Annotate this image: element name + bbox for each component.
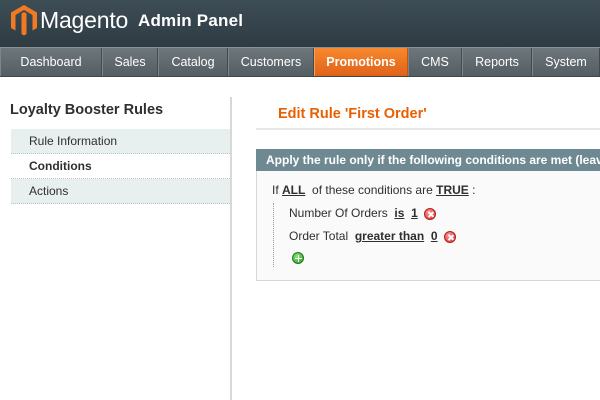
admin-header: Magento Admin Panel: [0, 0, 600, 47]
page-title: Edit Rule 'First Order': [278, 106, 427, 122]
nav-item-system[interactable]: System: [532, 48, 600, 76]
aggregator-select[interactable]: ALL: [282, 183, 305, 197]
magento-logo-icon: [11, 5, 37, 36]
condition-row-2: Order Total greater than 0: [289, 229, 438, 243]
brand-name: Magento: [40, 7, 129, 33]
condition-value-input[interactable]: 0: [431, 229, 438, 243]
nav-item-promotions[interactable]: Promotions: [314, 48, 408, 76]
rule-aggregator-line: If ALL of these conditions are TRUE :: [272, 183, 475, 197]
title-divider: [256, 128, 600, 130]
rule-prefix: If: [272, 183, 279, 197]
nav-item-reports[interactable]: Reports: [462, 48, 532, 76]
condition-attribute: Order Total: [289, 229, 349, 243]
condition-row-1: Number Of Orders is 1: [289, 206, 418, 220]
condition-operator-select[interactable]: is: [394, 206, 404, 220]
brand-suffix: Admin Panel: [138, 11, 244, 30]
rule-suffix: :: [472, 183, 476, 197]
nav-item-sales[interactable]: Sales: [102, 48, 158, 76]
tab-conditions[interactable]: Conditions: [11, 154, 230, 179]
sidebar: Loyalty Booster Rules Rule Information C…: [0, 78, 230, 400]
sidebar-title: Loyalty Booster Rules: [10, 102, 164, 118]
condition-attribute: Number Of Orders: [289, 206, 388, 220]
condition-value-input[interactable]: 1: [411, 206, 418, 220]
add-icon[interactable]: [292, 252, 304, 264]
conditions-fieldset-legend: Apply the rule only if the following con…: [256, 149, 600, 171]
condition-operator-select[interactable]: greater than: [355, 229, 424, 243]
nav-item-catalog[interactable]: Catalog: [158, 48, 228, 76]
nav-item-cms[interactable]: CMS: [408, 48, 462, 76]
tab-actions[interactable]: Actions: [11, 179, 230, 204]
sidebar-divider: [230, 97, 232, 400]
condition-tree-line: [273, 203, 274, 267]
remove-icon[interactable]: [424, 208, 436, 220]
tab-rule-information[interactable]: Rule Information: [11, 129, 230, 154]
rule-middle-text: of these conditions are: [312, 183, 433, 197]
nav-item-dashboard[interactable]: Dashboard: [0, 48, 102, 76]
remove-icon[interactable]: [444, 231, 456, 243]
main-nav: Dashboard Sales Catalog Customers Promot…: [0, 47, 600, 77]
nav-item-customers[interactable]: Customers: [228, 48, 314, 76]
aggregator-value-select[interactable]: TRUE: [436, 183, 469, 197]
